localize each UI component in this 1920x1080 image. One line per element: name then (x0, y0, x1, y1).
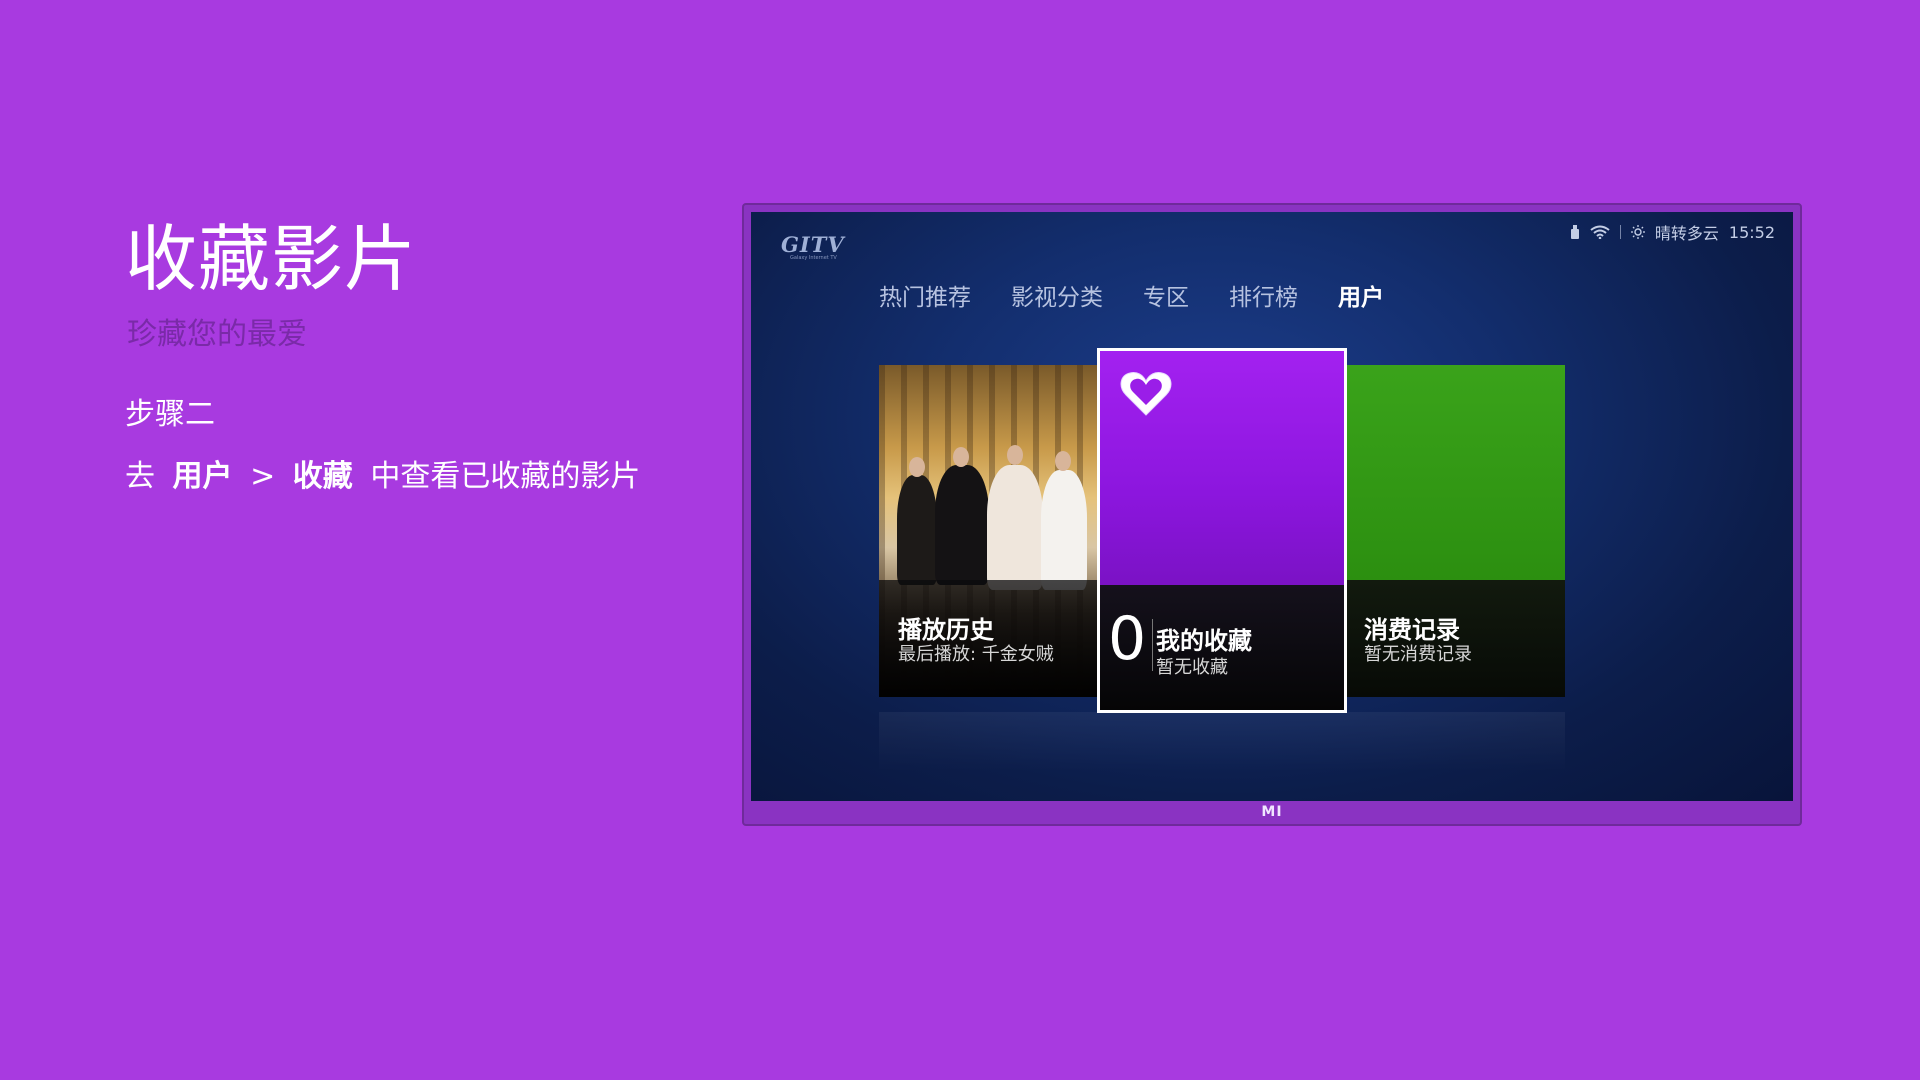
purchase-label-band: 消费记录 暂无消费记录 (1345, 580, 1565, 697)
page-title: 收藏影片 (125, 217, 418, 301)
desc-suffix: 中查看已收藏的影片 (370, 459, 641, 494)
favorites-card[interactable]: 0 我的收藏 暂无收藏 (1097, 348, 1347, 713)
favorites-label-band: 0 我的收藏 暂无收藏 (1100, 585, 1344, 710)
favorites-divider (1152, 619, 1153, 671)
cards-reflection (879, 712, 1565, 772)
history-card[interactable]: 播放历史 最后播放: 千金女贼 (879, 365, 1099, 697)
tab-zone[interactable]: 专区 (1143, 278, 1189, 312)
weather-text: 晴转多云 (1654, 224, 1719, 243)
status-separator (1619, 225, 1621, 239)
sun-icon (1630, 225, 1645, 239)
purchase-card[interactable]: 消费记录 暂无消费记录 (1345, 365, 1565, 697)
step-description: 去 用户 > 收藏 中查看已收藏的影片 (125, 451, 648, 495)
clock: 15:52 (1728, 222, 1775, 242)
mi-logo: MI (1261, 804, 1283, 820)
tab-ranking[interactable]: 排行榜 (1229, 278, 1298, 312)
heart-icon (1120, 372, 1172, 416)
page-subtitle: 珍藏您的最爱 (127, 317, 307, 352)
favorites-title: 我的收藏 (1156, 627, 1252, 655)
desc-fav: 收藏 (292, 459, 353, 494)
tab-user[interactable]: 用户 (1338, 278, 1384, 312)
desc-sep: > (250, 459, 276, 494)
history-label-band: 播放历史 最后播放: 千金女贼 (879, 580, 1099, 697)
desc-user: 用户 (172, 459, 233, 494)
purchase-color-block (1345, 365, 1565, 580)
usb-icon (1570, 225, 1580, 239)
gitv-logo: GITV Galaxy Internet TV (781, 232, 845, 261)
nav-tabs: 热门推荐 影视分类 专区 排行榜 用户 (879, 278, 1384, 312)
step-label: 步骤二 (125, 397, 215, 432)
wifi-icon (1590, 225, 1610, 239)
favorites-subtitle: 暂无收藏 (1156, 657, 1228, 678)
tab-categories[interactable]: 影视分类 (1011, 278, 1103, 312)
desc-prefix: 去 (125, 459, 155, 494)
favorites-count: 0 (1108, 604, 1147, 674)
gitv-tagline: Galaxy Internet TV (790, 255, 837, 261)
status-bar: 晴转多云 15:52 (1570, 220, 1775, 244)
favorites-color-block (1100, 351, 1344, 588)
purchase-subtitle: 暂无消费记录 (1364, 644, 1472, 665)
history-subtitle: 最后播放: 千金女贼 (898, 644, 1054, 665)
tv-screen: GITV Galaxy Internet TV 晴转多云 15:52 热门推荐 … (751, 212, 1793, 801)
tab-hot[interactable]: 热门推荐 (879, 278, 971, 312)
